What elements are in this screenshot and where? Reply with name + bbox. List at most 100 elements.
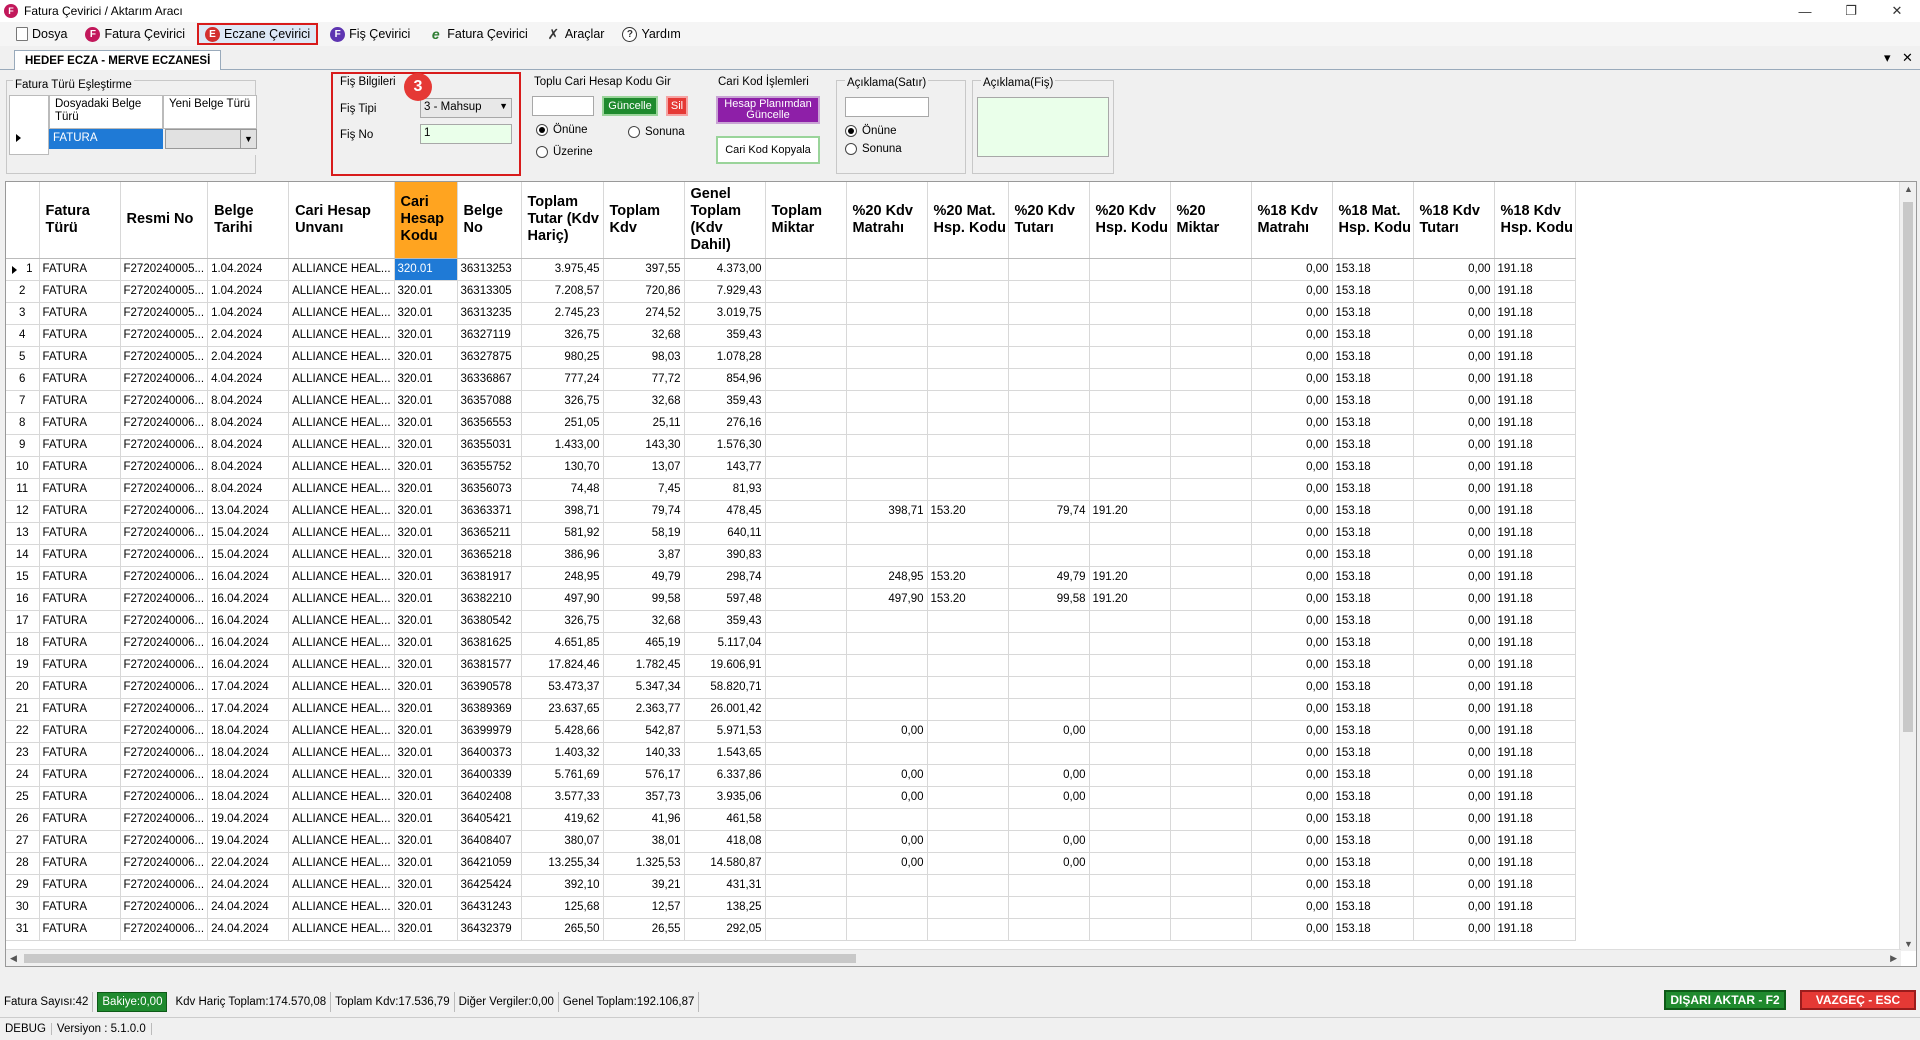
table-cell[interactable]: 36405421 <box>457 808 522 831</box>
table-cell[interactable]: 0,00 <box>1251 280 1333 303</box>
table-cell[interactable] <box>1089 610 1171 633</box>
table-cell[interactable]: F2720240005... <box>120 324 209 347</box>
table-cell[interactable]: F2720240006... <box>120 720 209 743</box>
table-cell[interactable]: 398,71 <box>521 500 604 523</box>
table-cell[interactable] <box>1089 764 1171 787</box>
table-cell[interactable] <box>927 390 1009 413</box>
table-cell[interactable]: 0,00 <box>1413 610 1495 633</box>
table-cell[interactable]: F2720240006... <box>120 830 209 853</box>
table-cell[interactable]: 99,58 <box>603 588 685 611</box>
table-cell[interactable] <box>1170 346 1252 369</box>
table-cell[interactable] <box>1089 654 1171 677</box>
table-row[interactable]: 7 FATURA F2720240006... 8.04.2024 ALLIANCE H… <box>6 390 1576 413</box>
row-number[interactable]: 3 <box>6 302 40 325</box>
table-cell[interactable]: FATURA <box>39 412 121 435</box>
table-cell[interactable]: F2720240006... <box>120 808 209 831</box>
table-cell[interactable]: 99,58 <box>1008 588 1090 611</box>
table-cell[interactable] <box>1170 390 1252 413</box>
table-cell[interactable]: 191.18 <box>1494 676 1576 699</box>
table-cell[interactable]: 320.01 <box>394 654 458 677</box>
menu-item-2[interactable]: E Eczane Çevirici <box>197 23 319 45</box>
table-cell[interactable]: 4.373,00 <box>684 258 766 281</box>
table-cell[interactable] <box>1089 742 1171 765</box>
table-cell[interactable]: 431,31 <box>684 874 766 897</box>
table-cell[interactable]: 7.929,43 <box>684 280 766 303</box>
table-cell[interactable] <box>1008 698 1090 721</box>
table-cell[interactable]: FATURA <box>39 390 121 413</box>
table-cell[interactable]: 359,43 <box>684 324 766 347</box>
table-cell[interactable]: 191.18 <box>1494 412 1576 435</box>
table-cell[interactable]: 32,68 <box>603 390 685 413</box>
table-cell[interactable]: 2.363,77 <box>603 698 685 721</box>
table-cell[interactable]: 854,96 <box>684 368 766 391</box>
table-cell[interactable] <box>1089 852 1171 875</box>
table-cell[interactable] <box>1170 852 1252 875</box>
table-row[interactable]: 20 FATURA F2720240006... 17.04.2024 ALLIANCE… <box>6 676 1576 699</box>
table-cell[interactable]: 6.337,86 <box>684 764 766 787</box>
table-cell[interactable]: 0,00 <box>1251 786 1333 809</box>
table-cell[interactable] <box>1170 676 1252 699</box>
table-cell[interactable]: ALLIANCE HEAL... <box>288 412 395 435</box>
table-cell[interactable] <box>927 456 1009 479</box>
table-cell[interactable]: 0,00 <box>1413 258 1495 281</box>
table-cell[interactable]: ALLIANCE HEAL... <box>288 280 395 303</box>
row-number[interactable]: 1 <box>6 258 40 281</box>
table-cell[interactable]: 2.745,23 <box>521 302 604 325</box>
table-cell[interactable] <box>1170 698 1252 721</box>
table-cell[interactable] <box>1008 918 1090 941</box>
table-cell[interactable]: 36400339 <box>457 764 522 787</box>
table-cell[interactable]: ALLIANCE HEAL... <box>288 698 395 721</box>
table-cell[interactable] <box>765 280 847 303</box>
table-cell[interactable]: 36363371 <box>457 500 522 523</box>
table-cell[interactable]: 36336867 <box>457 368 522 391</box>
vertical-scrollbar[interactable]: ▲ ▼ <box>1899 182 1916 951</box>
table-cell[interactable]: 5.347,34 <box>603 676 685 699</box>
table-cell[interactable]: 15.04.2024 <box>207 522 290 545</box>
row-number[interactable]: 28 <box>6 852 40 875</box>
table-cell[interactable]: 0,00 <box>1413 434 1495 457</box>
table-cell[interactable] <box>927 412 1009 435</box>
table-cell[interactable] <box>927 852 1009 875</box>
table-cell[interactable]: 3,87 <box>603 544 685 567</box>
row-number[interactable]: 5 <box>6 346 40 369</box>
table-cell[interactable]: 1.04.2024 <box>207 302 290 325</box>
table-cell[interactable]: 191.18 <box>1494 566 1576 589</box>
table-cell[interactable]: 191.18 <box>1494 742 1576 765</box>
table-cell[interactable]: 0,00 <box>1413 874 1495 897</box>
table-cell[interactable]: 24.04.2024 <box>207 918 290 941</box>
table-cell[interactable] <box>765 918 847 941</box>
table-cell[interactable]: 191.18 <box>1494 346 1576 369</box>
table-row[interactable]: 3 FATURA F2720240005... 1.04.2024 ALLIANCE H… <box>6 302 1576 325</box>
table-cell[interactable]: 26,55 <box>603 918 685 941</box>
table-cell[interactable]: 8.04.2024 <box>207 434 290 457</box>
table-cell[interactable]: 320.01 <box>394 610 458 633</box>
table-cell[interactable] <box>765 258 847 281</box>
table-cell[interactable]: 0,00 <box>1413 346 1495 369</box>
column-header[interactable]: Cari Hesap Unvanı <box>288 182 395 259</box>
table-cell[interactable]: 191.18 <box>1494 478 1576 501</box>
table-cell[interactable]: ALLIANCE HEAL... <box>288 434 395 457</box>
table-cell[interactable]: 58.820,71 <box>684 676 766 699</box>
table-cell[interactable]: 41,96 <box>603 808 685 831</box>
table-cell[interactable]: 0,00 <box>1413 808 1495 831</box>
table-cell[interactable] <box>1089 830 1171 853</box>
table-cell[interactable]: ALLIANCE HEAL... <box>288 544 395 567</box>
table-cell[interactable]: 0,00 <box>1008 764 1090 787</box>
row-number[interactable]: 26 <box>6 808 40 831</box>
table-cell[interactable] <box>1089 434 1171 457</box>
table-cell[interactable]: 13,07 <box>603 456 685 479</box>
table-cell[interactable] <box>927 632 1009 655</box>
table-cell[interactable]: 191.18 <box>1494 456 1576 479</box>
table-cell[interactable]: 36389369 <box>457 698 522 721</box>
table-cell[interactable] <box>1089 896 1171 919</box>
table-cell[interactable] <box>1008 456 1090 479</box>
table-cell[interactable]: 1.403,32 <box>521 742 604 765</box>
table-row[interactable]: 29 FATURA F2720240006... 24.04.2024 ALLIANCE… <box>6 874 1576 897</box>
table-row[interactable]: 27 FATURA F2720240006... 19.04.2024 ALLIANCE… <box>6 830 1576 853</box>
table-cell[interactable]: 0,00 <box>1251 258 1333 281</box>
table-cell[interactable] <box>846 874 928 897</box>
mapping-source-cell[interactable]: FATURA <box>49 129 163 149</box>
table-cell[interactable]: 191.18 <box>1494 434 1576 457</box>
table-cell[interactable]: 18.04.2024 <box>207 786 290 809</box>
table-cell[interactable]: ALLIANCE HEAL... <box>288 852 395 875</box>
